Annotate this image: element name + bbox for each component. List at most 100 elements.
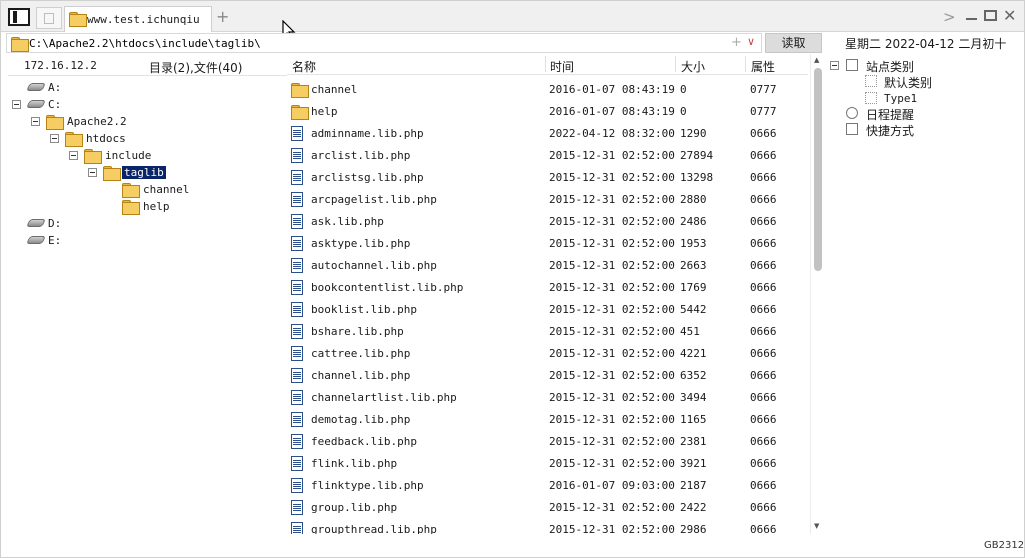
php-file-icon [291, 280, 303, 295]
column-header-time[interactable]: 时间 [550, 58, 574, 75]
column-divider[interactable] [745, 56, 746, 72]
column-header-name[interactable]: 名称 [292, 58, 316, 75]
file-size: 3921 [680, 457, 707, 470]
path-input[interactable] [29, 36, 709, 50]
scrollbar-thumb[interactable] [814, 68, 822, 271]
tree-label: include [105, 149, 152, 162]
chevron-right-icon[interactable]: > [943, 8, 956, 26]
collapse-icon[interactable] [88, 168, 97, 177]
folder-icon [291, 105, 309, 120]
file-name: asktype.lib.php [311, 237, 411, 250]
file-row[interactable]: arcpagelist.lib.php 2015-12-31 02:52:00 28… [287, 189, 808, 211]
file-size: 2663 [680, 259, 707, 272]
file-attr: 0666 [750, 127, 777, 140]
drive-icon [26, 83, 46, 91]
file-size: 1290 [680, 127, 707, 140]
file-row[interactable]: arclistsg.lib.php 2015-12-31 02:52:00 1329… [287, 167, 808, 189]
file-row[interactable]: group.lib.php 2015-12-31 02:52:00 2422 0666 [287, 497, 808, 519]
file-time: 2015-12-31 02:52:00 [549, 435, 675, 448]
collapse-icon[interactable] [830, 61, 839, 70]
tree-label: 快捷方式 [866, 124, 915, 138]
file-name: autochannel.lib.php [311, 259, 437, 272]
new-tab-plus-icon[interactable]: + [216, 7, 230, 26]
file-attr: 0666 [750, 347, 777, 360]
file-row[interactable]: bshare.lib.php 2015-12-31 02:52:00 451 0666 [287, 321, 808, 343]
file-row[interactable]: flink.lib.php 2015-12-31 02:52:00 3921 0666 [287, 453, 808, 475]
collapse-icon[interactable] [31, 117, 40, 126]
scroll-up-icon[interactable]: ▲ [814, 56, 819, 64]
category-icon [846, 59, 858, 71]
active-tab[interactable]: www.test.ichunqiu [64, 6, 212, 32]
file-row[interactable]: demotag.lib.php 2015-12-31 02:52:00 1165 06… [287, 409, 808, 431]
directory-tree: A: C: Apache2.2 htdocs include taglib ch… [8, 75, 287, 535]
file-row[interactable]: autochannel.lib.php 2015-12-31 02:52:00 26… [287, 255, 808, 277]
php-file-icon [291, 214, 303, 229]
folder-icon [11, 37, 29, 52]
file-row[interactable]: channelartlist.lib.php 2015-12-31 02:52:0… [287, 387, 808, 409]
folder-icon [65, 132, 83, 147]
file-size: 1769 [680, 281, 707, 294]
file-row[interactable]: asktype.lib.php 2015-12-31 02:52:00 1953 06… [287, 233, 808, 255]
clock-icon [846, 107, 858, 119]
drive-icon [26, 100, 46, 108]
file-row[interactable]: flinktype.lib.php 2016-01-07 09:03:00 2187… [287, 475, 808, 497]
collapse-icon[interactable] [12, 100, 21, 109]
close-icon[interactable]: ✕ [1003, 6, 1016, 25]
file-name: bshare.lib.php [311, 325, 404, 338]
file-time: 2015-12-31 02:52:00 [549, 457, 675, 470]
collapse-icon[interactable] [50, 134, 59, 143]
file-time: 2016-01-07 08:43:19 [549, 83, 675, 96]
file-name: channel [311, 83, 358, 96]
file-row[interactable]: booklist.lib.php 2015-12-31 02:52:00 5442 0… [287, 299, 808, 321]
host-ip: 172.16.12.2 [24, 59, 97, 72]
vertical-scrollbar[interactable]: ▲ ▼ [810, 54, 824, 534]
file-row[interactable]: channel.lib.php 2015-12-31 02:52:00 6352 06… [287, 365, 808, 387]
file-row[interactable]: channel 2016-01-07 08:43:19 0 0777 [287, 79, 808, 101]
file-attr: 0666 [750, 193, 777, 206]
site-category-panel: 站点类别 默认类别 Type1 日程提醒 快捷方式 [826, 54, 1022, 535]
tree-label: Apache2.2 [67, 115, 127, 128]
file-name: cattree.lib.php [311, 347, 411, 360]
collapse-icon[interactable] [69, 151, 78, 160]
file-row[interactable]: help 2016-01-07 08:43:19 0 0777 [287, 101, 808, 123]
chevron-down-icon[interactable]: ∨ [747, 35, 755, 48]
file-time: 2016-01-07 08:43:19 [549, 105, 675, 118]
tree-label: 日程提醒 [866, 108, 915, 122]
file-row[interactable]: cattree.lib.php 2015-12-31 02:52:00 4221 06… [287, 343, 808, 365]
file-row[interactable]: ask.lib.php 2015-12-31 02:52:00 2486 0666 [287, 211, 808, 233]
column-header-size[interactable]: 大小 [681, 58, 705, 75]
add-path-icon[interactable]: + [731, 35, 742, 50]
file-attr: 0666 [750, 435, 777, 448]
scroll-down-icon[interactable]: ▼ [814, 522, 819, 530]
file-attr: 0666 [750, 523, 777, 534]
column-divider[interactable] [545, 56, 546, 72]
file-row[interactable]: adminname.lib.php 2022-04-12 08:32:00 1290… [287, 123, 808, 145]
column-divider[interactable] [675, 56, 676, 72]
php-file-icon [291, 236, 303, 251]
file-attr: 0666 [750, 325, 777, 338]
file-time: 2015-12-31 02:52:00 [549, 347, 675, 360]
tree-label-selected: taglib [122, 166, 166, 179]
panel-toggle-icon[interactable] [8, 8, 30, 26]
file-time: 2015-12-31 02:52:00 [549, 171, 675, 184]
tree-label: 站点类别 [866, 60, 915, 74]
file-attr: 0666 [750, 369, 777, 382]
column-header-attr[interactable]: 属性 [751, 58, 775, 75]
minimize-icon[interactable] [966, 18, 977, 20]
file-row[interactable]: bookcontentlist.lib.php 2015-12-31 02:52:… [287, 277, 808, 299]
php-file-icon [291, 368, 303, 383]
folder-icon [122, 183, 140, 198]
folder-icon [46, 115, 64, 130]
folder-icon [84, 149, 102, 164]
maximize-icon[interactable] [984, 10, 997, 21]
file-name: flink.lib.php [311, 457, 398, 470]
blank-tab[interactable] [36, 7, 62, 29]
read-button[interactable]: 读取 [765, 33, 822, 53]
file-size: 27894 [680, 149, 714, 162]
file-time: 2015-12-31 02:52:00 [549, 325, 675, 338]
file-attr: 0666 [750, 501, 777, 514]
file-row[interactable]: groupthread.lib.php 2015-12-31 02:52:00 29… [287, 519, 808, 534]
file-row[interactable]: arclist.lib.php 2015-12-31 02:52:00 27894 0… [287, 145, 808, 167]
php-file-icon [291, 412, 303, 427]
file-row[interactable]: feedback.lib.php 2015-12-31 02:52:00 2381 0… [287, 431, 808, 453]
